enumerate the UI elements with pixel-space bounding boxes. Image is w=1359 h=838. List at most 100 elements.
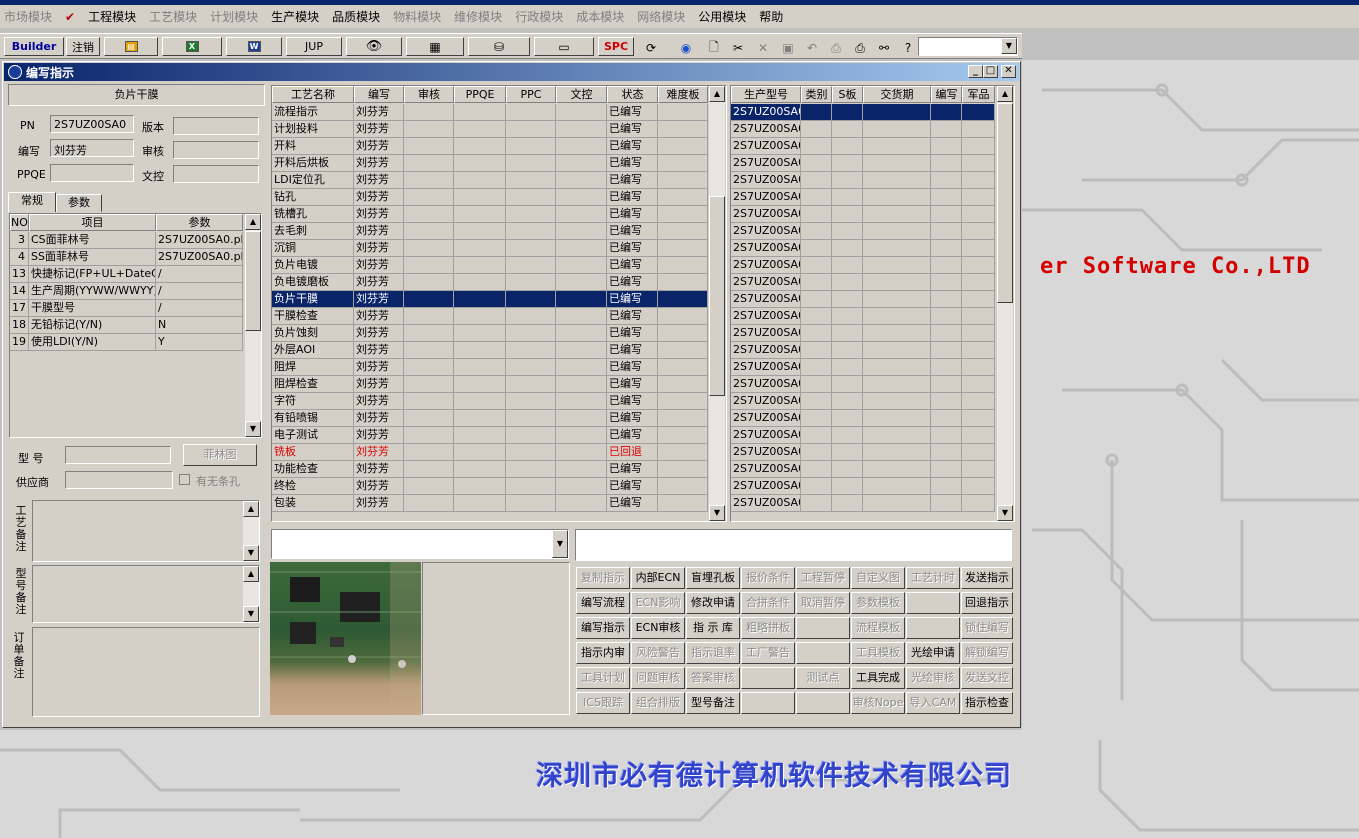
action-button[interactable]: 粗略拼板 <box>741 617 795 639</box>
model-row[interactable]: 2S7UZ00SA0 <box>731 121 995 138</box>
maximize-button[interactable]: □ <box>983 65 998 78</box>
help-button[interactable]: ? <box>897 38 919 58</box>
review-field[interactable] <box>173 141 259 159</box>
scroll-thumb[interactable] <box>709 196 725 396</box>
action-button[interactable]: 盲埋孔板 <box>686 567 740 589</box>
action-button[interactable]: 答案审核 <box>686 667 740 689</box>
action-button-empty[interactable] <box>796 617 850 639</box>
model-header[interactable]: 交货期 <box>863 86 931 103</box>
model-row[interactable]: 2S7UZ00SA0 <box>731 172 995 189</box>
process-header[interactable]: 状态 <box>607 86 658 103</box>
network-button[interactable]: ⛁ <box>468 37 530 56</box>
action-button-empty[interactable] <box>741 692 795 714</box>
database-button[interactable]: ▦ <box>406 37 464 56</box>
tab-params[interactable]: 参数 <box>56 194 102 212</box>
process-row[interactable]: 负电镀磨板 刘芬芳 已编写 <box>272 274 708 291</box>
model-row[interactable]: 2S7UZ00SA0 <box>731 393 995 410</box>
word-button[interactable]: W <box>226 37 282 56</box>
process-row[interactable]: 干膜检查 刘芬芳 已编写 <box>272 308 708 325</box>
menu-item-2[interactable]: 工艺模块 <box>149 8 197 25</box>
process-row[interactable]: 钻孔 刘芬芳 已编写 <box>272 189 708 206</box>
action-button[interactable]: 工具完成 <box>851 667 905 689</box>
scroll-down-icon[interactable]: ▼ <box>709 505 725 521</box>
process-header[interactable]: PPC <box>506 86 556 103</box>
model-row[interactable]: 2S7UZ00SA0 <box>731 461 995 478</box>
print-button[interactable]: ⎙ <box>849 38 871 58</box>
view-button[interactable]: 👁 <box>346 37 402 56</box>
action-button[interactable]: 取消暂停 <box>796 592 850 614</box>
model-row[interactable]: 2S7UZ00SA0 <box>731 478 995 495</box>
param-row[interactable]: 14 生产周期(YYWW/WWYY) / <box>10 283 261 300</box>
scroll-thumb[interactable] <box>245 231 261 331</box>
model-row[interactable]: 2S7UZ00SA0 <box>731 223 995 240</box>
cut-button[interactable]: ✂ <box>727 38 749 58</box>
action-button[interactable]: 组合排版 <box>631 692 685 714</box>
action-button[interactable]: 锁住编写 <box>961 617 1013 639</box>
model-row[interactable]: 2S7UZ00SA0 <box>731 274 995 291</box>
param-scrollbar[interactable]: ▲ ▼ <box>245 214 261 437</box>
scroll-down-icon[interactable]: ▼ <box>243 545 259 561</box>
menu-item-3[interactable]: 计划模块 <box>210 8 258 25</box>
pn-field[interactable]: 2S7UZ00SA0 <box>50 115 134 133</box>
jup-button[interactable]: JUP <box>286 37 342 56</box>
process-row[interactable]: 负片电镀 刘芬芳 已编写 <box>272 257 708 274</box>
action-button[interactable]: ECN审核 <box>631 617 685 639</box>
action-button[interactable]: 工具模板 <box>851 642 905 664</box>
process-row[interactable]: 开料后烘板 刘芬芳 已编写 <box>272 155 708 172</box>
ppqe-field[interactable] <box>50 164 134 182</box>
model-row[interactable]: 2S7UZ00SA0 <box>731 189 995 206</box>
action-button[interactable]: 报价条件 <box>741 567 795 589</box>
process-header[interactable]: PPQE <box>454 86 506 103</box>
menu-item-11[interactable]: 公用模块 <box>698 8 746 25</box>
action-button[interactable]: 发送文控 <box>961 667 1013 689</box>
model-row[interactable]: 2S7UZ00SA0 <box>731 257 995 274</box>
model-row[interactable]: 2S7UZ00SA0 <box>731 291 995 308</box>
action-button-empty[interactable] <box>741 667 795 689</box>
menu-item-9[interactable]: 成本模块 <box>576 8 624 25</box>
tab-general[interactable]: 常规 <box>8 192 56 212</box>
model-row[interactable]: 2S7UZ00SA0 <box>731 342 995 359</box>
action-button[interactable]: 工程暂停 <box>796 567 850 589</box>
process-header[interactable]: 难度板 <box>658 86 708 103</box>
action-button[interactable]: 光绘申请 <box>906 642 960 664</box>
model-row[interactable]: 2S7UZ00SA0 <box>731 308 995 325</box>
menu-item-0[interactable]: 市场模块 <box>4 8 52 25</box>
menu-item-1[interactable]: ✔ 工程模块 <box>65 8 136 25</box>
model-row[interactable]: 2S7UZ00SA0 <box>731 138 995 155</box>
process-row[interactable]: 负片蚀刻 刘芬芳 已编写 <box>272 325 708 342</box>
action-button[interactable]: 导入CAM <box>906 692 960 714</box>
image-selector[interactable]: ▼ <box>271 529 569 559</box>
model-header[interactable]: 军品 <box>962 86 995 103</box>
model-row[interactable]: 2S7UZ00SA0 <box>731 444 995 461</box>
scroll-up-icon[interactable]: ▲ <box>243 566 259 582</box>
model-row[interactable]: 2S7UZ00SA0 <box>731 427 995 444</box>
model-row[interactable]: 2S7UZ00SA0 <box>731 206 995 223</box>
action-button[interactable]: 参数模板 <box>851 592 905 614</box>
slot-checkbox[interactable] <box>179 474 190 485</box>
logout-button[interactable]: 注销 <box>66 37 100 56</box>
action-button[interactable]: 内部ECN <box>631 567 685 589</box>
process-row[interactable]: 终检 刘芬芳 已编写 <box>272 478 708 495</box>
scroll-down-icon[interactable]: ▼ <box>997 505 1013 521</box>
action-button[interactable]: 审核Nope <box>851 692 905 714</box>
doc-control-field[interactable] <box>173 165 259 183</box>
action-button[interactable]: 指示退率 <box>686 642 740 664</box>
param-row[interactable]: 4 SS面菲林号 2S7UZ00SA0.plr <box>10 249 261 266</box>
message-field[interactable] <box>575 529 1012 561</box>
action-button[interactable]: 发送指示 <box>961 567 1013 589</box>
model-row[interactable]: 2S7UZ00SA0 <box>731 376 995 393</box>
action-button[interactable]: 复制指示 <box>576 567 630 589</box>
action-button[interactable]: 光绘审核 <box>906 667 960 689</box>
process-row[interactable]: 流程指示 刘芬芳 已编写 <box>272 104 708 121</box>
menu-item-8[interactable]: 行政模块 <box>515 8 563 25</box>
preview-button[interactable]: ⎙ <box>825 38 847 58</box>
action-button[interactable]: 工艺计时 <box>906 567 960 589</box>
model-row[interactable]: 2S7UZ00SA0 <box>731 240 995 257</box>
menu-item-10[interactable]: 网络模块 <box>637 8 685 25</box>
action-button[interactable]: 回退指示 <box>961 592 1013 614</box>
model-row[interactable]: 2S7UZ00SA0 <box>731 104 995 121</box>
monitor-button[interactable]: ▭ <box>534 37 594 56</box>
action-button[interactable]: 指 示 库 <box>686 617 740 639</box>
model-row[interactable]: 2S7UZ00SA0 <box>731 359 995 376</box>
scroll-up-icon[interactable]: ▲ <box>245 214 261 230</box>
